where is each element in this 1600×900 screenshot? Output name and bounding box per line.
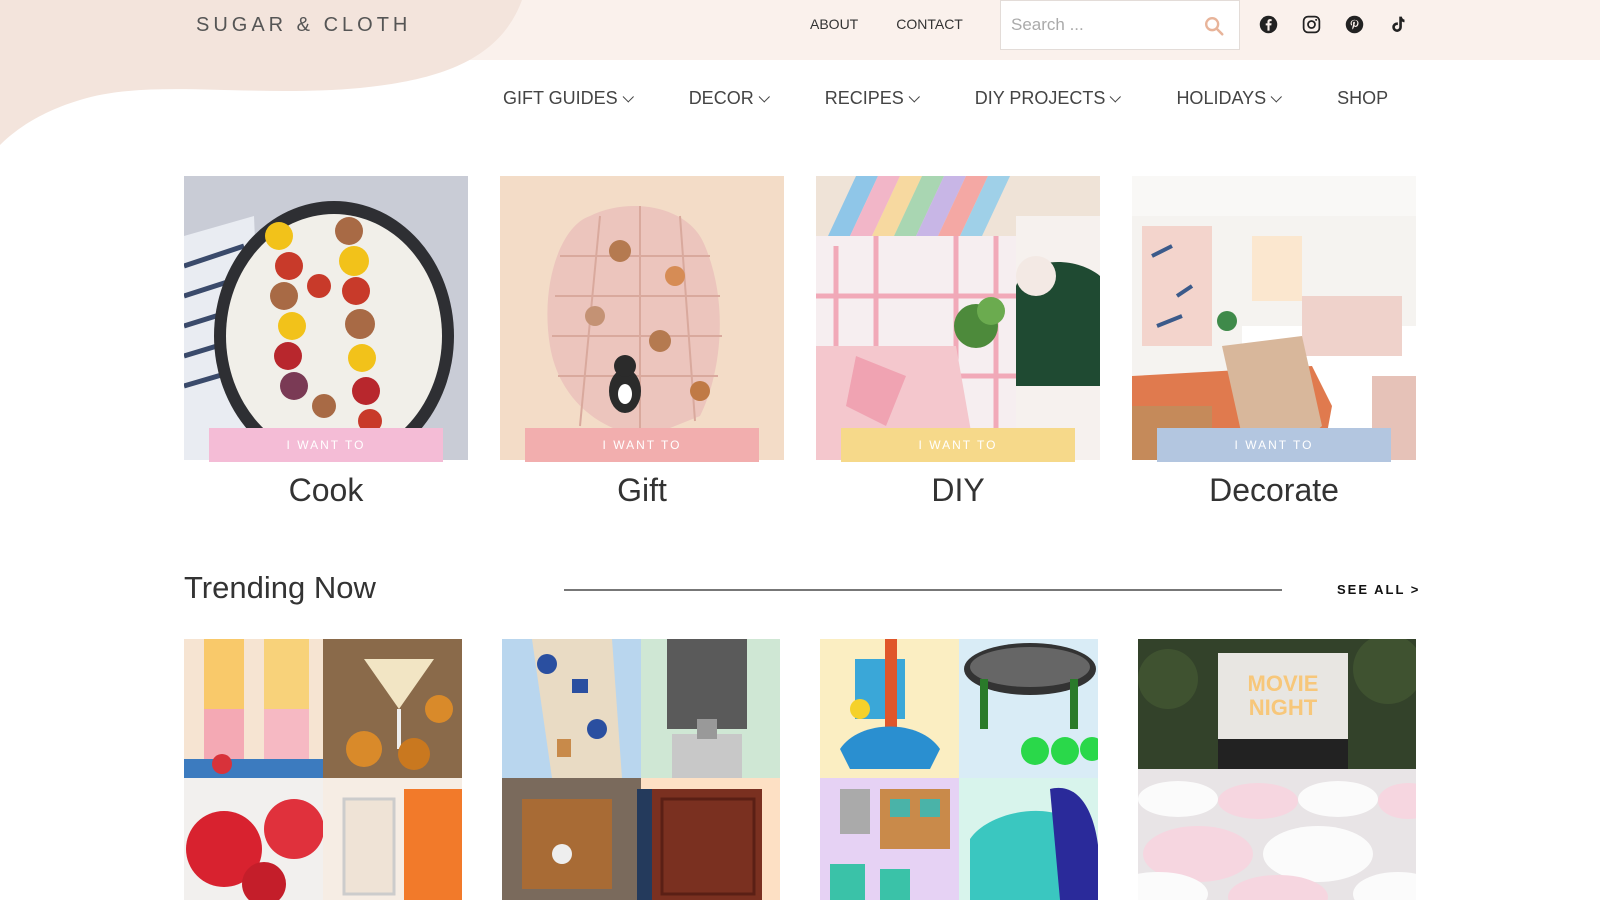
chevron-down-icon xyxy=(1110,90,1122,103)
main-nav: GIFT GUIDES DECOR RECIPES DIY PROJECTS H… xyxy=(503,88,1388,109)
tiktok-icon[interactable] xyxy=(1387,14,1408,35)
instagram-icon[interactable] xyxy=(1301,14,1322,35)
movie-screen-text: MOVIE xyxy=(1248,671,1319,696)
decorate-image xyxy=(1132,176,1416,460)
category-title: Gift xyxy=(617,472,667,508)
category-kicker: I WANT TO xyxy=(1157,428,1391,462)
pinterest-icon[interactable] xyxy=(1344,14,1365,35)
cook-image xyxy=(184,176,468,460)
section-divider xyxy=(564,589,1282,591)
trending-post-drinks[interactable] xyxy=(184,639,462,900)
trending-grid: MOVIE NIGHT xyxy=(184,639,1416,900)
trending-heading: Trending Now xyxy=(184,570,376,605)
site-logo[interactable]: SUGAR & CLOTH xyxy=(196,14,411,37)
utility-nav: ABOUT CONTACT xyxy=(810,16,963,32)
category-kicker: I WANT TO xyxy=(841,428,1075,462)
facebook-icon[interactable] xyxy=(1258,14,1279,35)
category-cards: I WANT TO Cook I WANT TO Gift I WANT TO … xyxy=(184,176,1416,516)
category-card-decorate[interactable]: I WANT TO Decorate xyxy=(1132,176,1416,516)
about-link[interactable]: ABOUT xyxy=(810,16,858,32)
category-title: DIY xyxy=(931,472,985,508)
trending-post-movie-night[interactable]: MOVIE NIGHT xyxy=(1138,639,1416,900)
category-kicker: I WANT TO xyxy=(525,428,759,462)
see-all-link[interactable]: SEE ALL > xyxy=(1337,582,1420,597)
chevron-down-icon xyxy=(908,90,920,103)
diy-image xyxy=(816,176,1100,460)
category-title: Cook xyxy=(288,472,364,508)
nav-item-gift-guides[interactable]: GIFT GUIDES xyxy=(503,88,634,109)
nav-item-holidays[interactable]: HOLIDAYS xyxy=(1176,88,1283,109)
search-icon[interactable] xyxy=(1203,15,1225,37)
chevron-down-icon xyxy=(622,90,634,103)
gift-image xyxy=(500,176,784,460)
chevron-down-icon xyxy=(758,90,770,103)
chevron-down-icon xyxy=(1270,90,1283,103)
category-card-diy[interactable]: I WANT TO DIY xyxy=(816,176,1100,516)
search-box xyxy=(1000,0,1240,50)
trending-post-kids-toys[interactable] xyxy=(820,639,1098,900)
category-kicker: I WANT TO xyxy=(209,428,443,462)
social-links xyxy=(1258,14,1408,35)
category-card-gift[interactable]: I WANT TO Gift xyxy=(500,176,784,516)
trending-post-travel[interactable] xyxy=(502,639,780,900)
nav-item-recipes[interactable]: RECIPES xyxy=(825,88,920,109)
category-title: Decorate xyxy=(1209,472,1339,508)
contact-link[interactable]: CONTACT xyxy=(896,16,963,32)
nav-item-diy-projects[interactable]: DIY PROJECTS xyxy=(975,88,1122,109)
nav-item-decor[interactable]: DECOR xyxy=(689,88,770,109)
nav-item-shop[interactable]: SHOP xyxy=(1337,88,1388,109)
search-input[interactable] xyxy=(1011,15,1201,35)
category-card-cook[interactable]: I WANT TO Cook xyxy=(184,176,468,516)
movie-screen-text-2: NIGHT xyxy=(1249,695,1318,720)
